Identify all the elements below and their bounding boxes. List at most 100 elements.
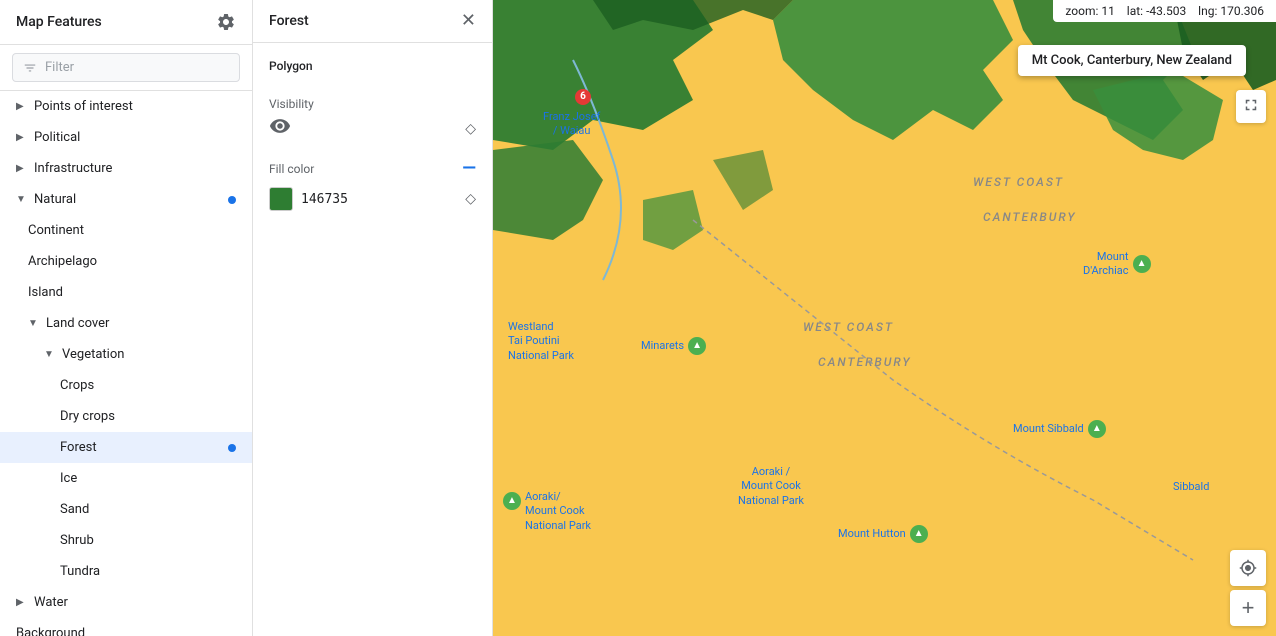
map-controls: + xyxy=(1230,550,1266,626)
filter-icon xyxy=(23,61,37,75)
chevron-down-icon: ▼ xyxy=(16,194,28,205)
sidebar-item-label: Background xyxy=(16,626,236,636)
feature-panel: Forest ✕ Polygon Visibility ◇ Fill color xyxy=(253,0,493,636)
polygon-label: Polygon xyxy=(269,59,476,73)
sidebar-item-label: Dry crops xyxy=(60,409,236,424)
chevron-down-icon: ▼ xyxy=(28,318,40,329)
fullscreen-button[interactable] xyxy=(1236,90,1266,123)
sidebar-item-water[interactable]: ▶ Water xyxy=(0,587,252,618)
fill-color-label: Fill color xyxy=(269,162,314,176)
chevron-right-icon: ▶ xyxy=(16,163,28,174)
park-icon-darchiac: ▲ xyxy=(1133,255,1151,273)
map-place-minarets: Minarets ▲ xyxy=(641,337,706,355)
map-place-aoraki-1: Aoraki /Mount CookNational Park xyxy=(738,465,804,508)
sidebar-header: Map Features xyxy=(0,0,252,45)
sidebar-item-vegetation[interactable]: ▼ Vegetation xyxy=(0,339,252,370)
panel-content: Polygon Visibility ◇ Fill color — xyxy=(253,43,492,227)
sidebar-item-archipelago[interactable]: Archipelago xyxy=(0,246,252,277)
sidebar-item-label: Island xyxy=(28,285,236,300)
zoom-in-button[interactable]: + xyxy=(1230,590,1266,626)
chevron-right-icon: ▶ xyxy=(16,597,28,608)
map-place-westland: WestlandTai PoutiniNational Park xyxy=(508,320,574,363)
eye-icon[interactable] xyxy=(269,115,291,142)
sidebar-item-label: Forest xyxy=(60,440,222,455)
sidebar-item-label: Water xyxy=(34,595,236,610)
location-popup: Mt Cook, Canterbury, New Zealand xyxy=(1018,45,1246,76)
sidebar-item-continent[interactable]: Continent xyxy=(0,215,252,246)
sidebar-item-label: Crops xyxy=(60,378,236,393)
sidebar-item-sand[interactable]: Sand xyxy=(0,494,252,525)
sidebar-item-label: Sand xyxy=(60,502,236,517)
sidebar-item-forest[interactable]: Forest xyxy=(0,432,252,463)
sidebar-item-infrastructure[interactable]: ▶ Infrastructure xyxy=(0,153,252,184)
nav-tree: ▶ Points of interest ▶ Political ▶ Infra… xyxy=(0,91,252,636)
minarets-label: Minarets xyxy=(641,339,684,353)
color-input-group: 146735 xyxy=(269,187,348,211)
panel-header: Forest ✕ xyxy=(253,0,492,43)
map-badge: 6 xyxy=(575,88,591,105)
sidebar-item-label: Points of interest xyxy=(34,99,236,114)
map-place-franz-josef: Franz Josef/ Waiau xyxy=(543,110,600,139)
location-button[interactable] xyxy=(1230,550,1266,586)
sidebar-item-dry-crops[interactable]: Dry crops xyxy=(0,401,252,432)
sidebar-item-land-cover[interactable]: ▼ Land cover xyxy=(0,308,252,339)
filter-input-container[interactable]: Filter xyxy=(12,53,240,82)
map-region-west-coast: WEST COAST xyxy=(973,175,1064,189)
map-place-mount-darchiac: MountD'Archiac ▲ xyxy=(1083,250,1151,279)
chevron-down-icon: ▼ xyxy=(44,349,56,360)
sidebar-item-label: Infrastructure xyxy=(34,161,236,176)
sidebar-item-ice[interactable]: Ice xyxy=(0,463,252,494)
map-place-mount-hutton: Mount Hutton ▲ xyxy=(838,525,928,543)
chevron-right-icon: ▶ xyxy=(16,101,28,112)
sidebar-item-label: Tundra xyxy=(60,564,236,579)
lat-label: lat: xyxy=(1127,4,1143,18)
panel-title: Forest xyxy=(269,13,309,29)
filter-bar: Filter xyxy=(0,45,252,91)
sidebar-item-natural[interactable]: ▼ Natural xyxy=(0,184,252,215)
active-dot xyxy=(228,196,236,204)
sidebar-item-island[interactable]: Island xyxy=(0,277,252,308)
sidebar-item-label: Continent xyxy=(28,223,236,238)
polygon-section: Polygon xyxy=(269,59,476,81)
map-info-bar: zoom: 11 lat: -43.503 lng: 170.306 xyxy=(1053,0,1276,22)
map-region-canterbury-2: CANTERBURY xyxy=(818,355,912,369)
sidebar-item-label: Archipelago xyxy=(28,254,236,269)
mount-sibbald-label: Mount Sibbald xyxy=(1013,422,1084,436)
park-icon-aoraki-2: ▲ xyxy=(503,492,521,510)
sidebar-item-shrub[interactable]: Shrub xyxy=(0,525,252,556)
sidebar-item-label: Natural xyxy=(34,192,222,207)
map-place-mount-sibbald: Mount Sibbald ▲ xyxy=(1013,420,1106,438)
color-value: 146735 xyxy=(301,192,348,207)
settings-icon[interactable] xyxy=(216,12,236,32)
park-icon-minarets: ▲ xyxy=(688,337,706,355)
sidebar-item-political[interactable]: ▶ Political xyxy=(0,122,252,153)
sidebar-title: Map Features xyxy=(16,14,102,30)
aoraki-2-label: Aoraki/Mount CookNational Park xyxy=(525,490,591,533)
sidebar-item-crops[interactable]: Crops xyxy=(0,370,252,401)
sidebar-item-background[interactable]: Background xyxy=(0,618,252,636)
visibility-label: Visibility xyxy=(269,97,476,111)
diamond-icon[interactable]: ◇ xyxy=(465,121,476,137)
diamond-icon-2[interactable]: ◇ xyxy=(465,191,476,207)
color-swatch[interactable] xyxy=(269,187,293,211)
visibility-section: Visibility ◇ xyxy=(269,97,476,142)
map-place-sibbald: Sibbald xyxy=(1173,480,1209,494)
sidebar-item-label: Land cover xyxy=(46,316,236,331)
close-button[interactable]: ✕ xyxy=(461,12,476,30)
map-region-west-coast-2: WEST COAST xyxy=(803,320,894,334)
map-region-canterbury-1: CANTERBURY xyxy=(983,210,1077,224)
park-icon-hutton: ▲ xyxy=(910,525,928,543)
chevron-right-icon: ▶ xyxy=(16,132,28,143)
sidebar-item-tundra[interactable]: Tundra xyxy=(0,556,252,587)
sidebar-item-label: Political xyxy=(34,130,236,145)
filter-placeholder: Filter xyxy=(45,60,74,75)
map-background: zoom: 11 lat: -43.503 lng: 170.306 Mt Co… xyxy=(493,0,1276,636)
zoom-value: 11 xyxy=(1101,4,1115,18)
map-place-aoraki-2: ▲ Aoraki/Mount CookNational Park xyxy=(503,490,591,533)
sidebar-item-points-of-interest[interactable]: ▶ Points of interest xyxy=(0,91,252,122)
lat-value: -43.503 xyxy=(1146,4,1186,18)
map-area: zoom: 11 lat: -43.503 lng: 170.306 Mt Co… xyxy=(493,0,1276,636)
minus-button[interactable]: — xyxy=(462,158,476,179)
sidebar: Map Features Filter ▶ Points of interest… xyxy=(0,0,253,636)
zoom-label: zoom: xyxy=(1065,4,1098,18)
